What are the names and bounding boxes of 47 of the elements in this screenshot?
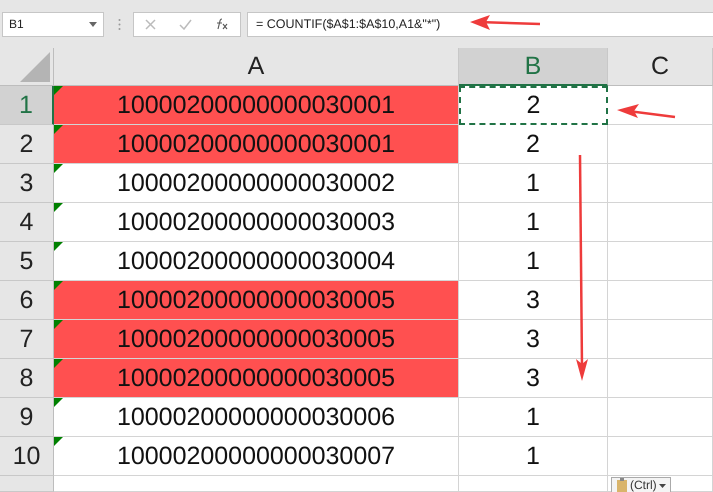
drag-handle-icon bbox=[118, 18, 121, 30]
row-header[interactable]: 1 bbox=[0, 86, 54, 125]
function-icon[interactable] bbox=[214, 18, 229, 30]
row-header[interactable]: 4 bbox=[0, 203, 54, 242]
dropdown-caret-icon bbox=[89, 22, 97, 26]
row-header[interactable]: 8 bbox=[0, 359, 54, 398]
table-cell: 10000200000000030005 bbox=[54, 320, 459, 359]
table-cell: 2 bbox=[459, 86, 608, 125]
table-cell: 3 bbox=[459, 281, 608, 320]
column-header[interactable]: A bbox=[54, 48, 459, 86]
table-cell: 10000200000000030004 bbox=[54, 242, 459, 281]
select-all-icon[interactable] bbox=[20, 52, 50, 82]
table-cell: 10000200000000030001 bbox=[54, 86, 459, 125]
clipboard-icon bbox=[616, 478, 628, 492]
table-cell: 10000200000000030003 bbox=[54, 203, 459, 242]
table-cell: 10000200000000030007 bbox=[54, 437, 459, 476]
column-header[interactable]: B bbox=[459, 48, 608, 86]
formula-field[interactable]: = COUNTIF($A$1:$A$10,A1&"*") bbox=[247, 12, 713, 36]
caret-icon bbox=[658, 484, 666, 488]
row-header[interactable]: 9 bbox=[0, 398, 54, 437]
table-cell: 1 bbox=[459, 398, 608, 437]
table-cell: 1 bbox=[459, 437, 608, 476]
table-cell: 10000200000000030005 bbox=[54, 359, 459, 398]
table-cell: 10000200000000030005 bbox=[54, 281, 459, 320]
row-header[interactable]: 2 bbox=[0, 125, 54, 164]
table-cell: 1 bbox=[459, 242, 608, 281]
table-cell: 1 bbox=[459, 203, 608, 242]
arrow bbox=[470, 15, 540, 30]
table-cell: 10000200000000030006 bbox=[54, 398, 459, 437]
table-cell: 3 bbox=[459, 320, 608, 359]
row-header[interactable]: 7 bbox=[0, 320, 54, 359]
row-header[interactable]: 6 bbox=[0, 281, 54, 320]
row-header[interactable]: 5 bbox=[0, 242, 54, 281]
table-cell: 2 bbox=[459, 125, 608, 164]
column-header[interactable]: C bbox=[608, 48, 713, 86]
table-cell: 3 bbox=[459, 359, 608, 398]
table-cell: 10000200000000030001 bbox=[54, 125, 459, 164]
arrow bbox=[617, 104, 676, 118]
name-box[interactable]: B1 bbox=[2, 12, 104, 36]
paste-options-button[interactable]: (Ctrl) bbox=[611, 477, 671, 492]
row-header[interactable]: 10 bbox=[0, 437, 54, 476]
row-header[interactable] bbox=[0, 476, 54, 492]
row-header[interactable]: 3 bbox=[0, 164, 54, 203]
cancel-icon[interactable] bbox=[145, 18, 156, 30]
table-cell: 10000200000000030002 bbox=[54, 164, 459, 203]
check-icon[interactable] bbox=[178, 18, 192, 30]
table-cell: 1 bbox=[459, 164, 608, 203]
